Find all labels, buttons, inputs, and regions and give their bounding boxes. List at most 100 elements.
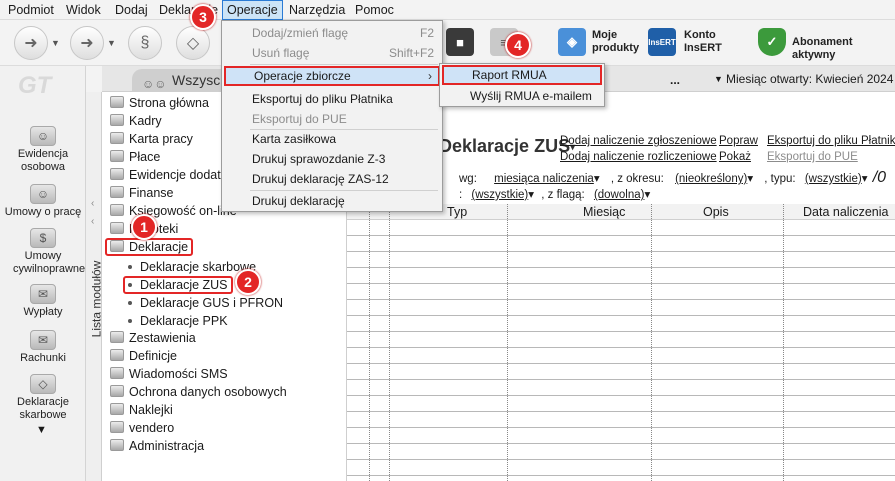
tree-item-zestawienia[interactable]: Zestawienia xyxy=(110,329,196,347)
shortcut-umowy-cywilnoprawne[interactable]: $ Umowy cywilnoprawne xyxy=(0,228,86,276)
admin-icon xyxy=(110,439,124,451)
grid-divider xyxy=(369,204,370,481)
chevron-down-icon[interactable]: ▾ xyxy=(594,173,600,185)
tree-item-ochrona-danych[interactable]: Ochrona danych osobowych xyxy=(110,383,287,401)
menu-widok[interactable]: Widok xyxy=(62,0,105,20)
tree-subitem-deklaracje-zus[interactable]: Deklaracje ZUS xyxy=(123,276,233,294)
menu-dodaj[interactable]: Dodaj xyxy=(111,0,152,20)
tree-item-karta-pracy[interactable]: Karta pracy xyxy=(110,130,193,148)
chevron-left-icon[interactable]: ‹ xyxy=(91,198,94,209)
menu-item-karta-zasilkowa[interactable]: Karta zasiłkowa xyxy=(224,129,440,149)
contract-icon: ☺ xyxy=(30,184,56,204)
add-zgloszeniowe-link[interactable]: Dodaj naliczenie zgłoszeniowe xyxy=(560,135,717,147)
tree-item-finanse[interactable]: Finanse xyxy=(110,184,173,202)
tree-item-vendero[interactable]: vendero xyxy=(110,419,174,437)
forward-icon[interactable]: ➜ xyxy=(70,26,104,60)
module-list-strip[interactable]: ‹ ‹ Lista modułów xyxy=(86,92,103,481)
popraw-link[interactable]: Popraw xyxy=(719,135,758,147)
civil-contract-icon: $ xyxy=(30,228,56,248)
menu-operacje[interactable]: Operacje xyxy=(222,0,283,20)
menu-item-label: Raport RMUA xyxy=(472,68,547,82)
tree-label: Karta pracy xyxy=(129,132,193,146)
eksport-pue-link: Eksportuj do PUE xyxy=(767,151,858,163)
tree-label: Deklaracje PPK xyxy=(140,314,228,328)
tree-item-sms[interactable]: Wiadomości SMS xyxy=(110,365,228,383)
tree-item-administracja[interactable]: Administracja xyxy=(110,437,204,455)
menu-pomoc[interactable]: Pomoc xyxy=(351,0,398,20)
shortcut-deklaracje-skarbowe[interactable]: ◇ Deklaracje skarbowe xyxy=(0,374,86,422)
menu-item-operacje-zbiorcze[interactable]: Operacje zbiorcze › xyxy=(224,66,440,86)
insert-badge-text: InsERT xyxy=(648,37,676,47)
moje-produkty-button[interactable]: Moje produkty xyxy=(592,29,639,55)
module-icon[interactable]: § xyxy=(128,26,162,60)
chevron-down-icon[interactable]: ▾ xyxy=(528,189,534,201)
filter-row2-colon: : xyxy=(459,189,463,201)
tree-item-kadry[interactable]: Kadry xyxy=(110,112,162,130)
shortcut-rachunki[interactable]: ✉ Rachunki xyxy=(0,330,86,365)
shortcut-ewidencja-osobowa[interactable]: ☺ Ewidencja osobowa xyxy=(0,126,86,174)
tree-item-ewidencje[interactable]: Ewidencje dodatko xyxy=(110,166,234,184)
pokaz-link[interactable]: Pokaż xyxy=(719,151,751,163)
home-icon xyxy=(110,96,124,108)
menu-item-dodaj-flage: Dodaj/zmień flagę F2 xyxy=(224,23,440,43)
tree-subitem-deklaracje-gus[interactable]: Deklaracje GUS i PFRON xyxy=(128,294,283,312)
menu-item-raport-rmua[interactable]: Raport RMUA xyxy=(442,65,602,85)
left-shortcut-bar: GT ☺ Ewidencja osobowa ☺ Umowy o pracę $… xyxy=(0,66,86,481)
insert-account-icon[interactable]: InsERT xyxy=(648,28,676,56)
grid-divider xyxy=(389,204,390,481)
add-rozliczeniowe-link[interactable]: Dodaj naliczenie rozliczeniowe xyxy=(560,151,717,163)
chevron-down-icon[interactable]: ▾ xyxy=(644,189,650,201)
tree-item-naklejki[interactable]: Naklejki xyxy=(110,401,173,419)
menu-podmiot[interactable]: Podmiot xyxy=(4,0,58,20)
page-title-text: Deklaracje ZUS xyxy=(439,136,571,156)
menu-item-wyslij-rmua[interactable]: Wyślij RMUA e-mailem xyxy=(442,86,602,106)
konto-insert-button[interactable]: Konto InsERT xyxy=(684,29,722,55)
tree-item-deklaracje[interactable]: Deklaracje xyxy=(105,238,194,256)
column-header-miesiac[interactable]: Miesiąc xyxy=(583,204,625,220)
back-icon[interactable]: ➜ xyxy=(14,26,48,60)
scroll-down-icon[interactable]: ▼ xyxy=(36,424,47,436)
chevron-down-icon[interactable]: ▾ xyxy=(862,173,868,185)
chevron-down-icon[interactable]: ▾ xyxy=(747,173,753,185)
menu-item-drukuj-z3[interactable]: Drukuj sprawozdanie Z-3 xyxy=(224,149,440,169)
eksport-platnika-link[interactable]: Eksportuj do pliku Płatnika xyxy=(767,135,895,147)
grid-divider xyxy=(783,204,784,481)
chevron-left-icon[interactable]: ‹ xyxy=(91,216,94,227)
tree-item-strona-glowna[interactable]: Strona główna xyxy=(110,94,209,112)
forward-dropdown-icon[interactable]: ▼ xyxy=(107,38,116,48)
filter-typu-value[interactable]: (wszystkie) xyxy=(805,173,862,185)
filter-flaga-value[interactable]: (dowolna) xyxy=(594,189,645,201)
page-title[interactable]: Deklaracje ZUS▾ xyxy=(439,136,575,157)
box-icon[interactable]: ■ xyxy=(446,28,474,56)
shortcut-wyplaty[interactable]: ✉ Wypłaty xyxy=(0,284,86,319)
column-header-opis[interactable]: Opis xyxy=(703,204,729,220)
menu-item-drukuj-deklaracje[interactable]: Drukuj deklarację xyxy=(224,191,440,211)
filter-row2-value[interactable]: (wszystkie) xyxy=(471,189,528,201)
menu-item-eksport-platnika[interactable]: Eksportuj do pliku Płatnika xyxy=(224,89,440,109)
products-icon[interactable]: ◈ xyxy=(558,28,586,56)
declaration-icon xyxy=(110,240,124,252)
shortcut-text: Shift+F2 xyxy=(388,46,434,60)
operacje-zbiorcze-submenu: Raport RMUA Wyślij RMUA e-mailem xyxy=(439,63,605,107)
tree-label: Finanse xyxy=(129,186,174,200)
tree-item-ksiegowosc[interactable]: Księgowość on-line xyxy=(110,202,237,220)
declaration-icon[interactable]: ◇ xyxy=(176,26,210,60)
back-dropdown-icon[interactable]: ▼ xyxy=(51,38,60,48)
menu-bar: Podmiot Widok Dodaj Deklaracje Operacje … xyxy=(0,0,895,20)
abonament-status[interactable]: Abonament aktywny xyxy=(792,36,895,62)
data-grid[interactable] xyxy=(347,220,895,481)
column-header-typ[interactable]: Typ xyxy=(447,204,467,220)
grid-divider xyxy=(507,204,508,481)
filter-row-2: : (wszystkie)▾ , z flagą: (dowolna)▾ xyxy=(459,187,650,201)
menu-narzedzia[interactable]: Narzędzia xyxy=(285,0,349,20)
shortcut-umowy-o-prace[interactable]: ☺ Umowy o pracę xyxy=(0,184,86,219)
chevron-down-icon[interactable]: ▼ xyxy=(714,74,723,84)
menu-item-drukuj-zas12[interactable]: Drukuj deklarację ZAS-12 xyxy=(224,169,440,189)
filter-wg-value[interactable]: miesiąca naliczenia xyxy=(494,173,594,185)
column-header-data-naliczenia[interactable]: Data naliczenia xyxy=(803,204,888,220)
more-button[interactable]: ... xyxy=(670,73,680,87)
tree-item-definicje[interactable]: Definicje xyxy=(110,347,177,365)
tree-item-place[interactable]: Płace xyxy=(110,148,160,166)
tree-subitem-deklaracje-ppk[interactable]: Deklaracje PPK xyxy=(128,312,228,330)
filter-okres-value[interactable]: (nieokreślony) xyxy=(675,173,747,185)
